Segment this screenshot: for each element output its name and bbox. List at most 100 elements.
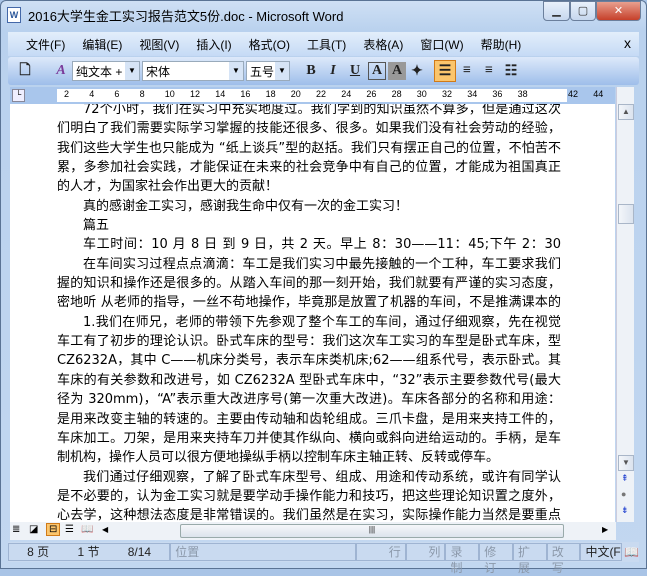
text-line: CZ6232A，其中 C——机床分类号，表示车床类机床;62——组系代号，表示卧… [57,353,561,369]
extend-indicator[interactable]: 扩展 [512,543,547,575]
ruler-tick: 26 [366,89,377,99]
text-line: 车床加工。刀架，是用来夹持车刀并使其作纵向、横向或斜向进给运动的。手柄，是车床控 [57,430,561,446]
ruler-tick: 12 [190,89,201,99]
text-line: 径为 320mm)，“A”表示重大改进序号(第一次重大改进)。车床各部分的名称和… [57,392,561,408]
minimize-button[interactable]: ▁ [543,1,570,21]
record-macro-indicator[interactable]: 录制 [445,543,480,575]
char-shading-button[interactable]: A [388,62,406,80]
scroll-right-icon[interactable]: ▶ [602,525,608,534]
word-app-icon: W [7,7,21,23]
text-line: 车床的有关参数和改进号，如 CZ6232A 型卧式车床中，“32”表示主要参数代… [57,372,561,388]
text-line: 们明白了我们需要实际学习掌握的技能还很多、很多。如果我们没有社会劳动的经验，那么 [57,121,561,137]
font-size-select[interactable]: 五号 ▼ [246,61,290,81]
print-layout-icon[interactable]: ⊟ [46,523,61,536]
close-button[interactable]: ✕ [596,1,641,21]
scroll-up-icon[interactable]: ▲ [618,104,634,120]
ruler-tick: 44 [593,89,604,99]
horizontal-scrollbar[interactable]: ≣ ◪ ⊟ ☰ 📖 ◀ ||| ▶ [10,522,616,540]
menu-format[interactable]: 格式(O) [249,36,290,53]
ruler-tick: 28 [391,89,402,99]
next-page-icon[interactable]: ⇟ [621,505,629,516]
text-line: 是不必要的，认为金工实习就是要学动手操作能力和技巧，把这些理论知识置之度外，不用 [57,488,561,504]
ruler-tick: 8 [139,89,145,99]
distributed-align-button[interactable]: ☷ [500,60,522,82]
page-number: 8 页 [27,545,50,559]
scroll-down-icon[interactable]: ▼ [618,455,634,471]
ruler-tick: 16 [240,89,251,99]
menu-view[interactable]: 视图(V) [139,36,179,53]
reading-view-icon[interactable]: 📖 [81,524,93,535]
normal-view-icon[interactable]: ≣ [12,524,20,535]
ruler-tick: 4 [89,89,95,99]
new-document-icon[interactable]: 🗋 [14,60,36,82]
scroll-thumb[interactable] [618,204,634,224]
text-line: 我们这些大学生也只能成为 “纸上谈兵”型的赵括。我们只有摆正自己的位置，不怕苦不… [57,140,561,156]
text-line: 真的感谢金工实习，感谢我生命中仅有一次的金工实习！ [83,198,409,214]
ruler-tick: 18 [265,89,276,99]
column-indicator: 列 [405,543,446,561]
ruler-tick: 34 [467,89,478,99]
text-line: 篇五 [83,218,110,234]
text-line: 累，多参加社会实践，才能保证在未来的社会竞争中有自己的位置，才能成为祖国真正需要 [57,160,561,176]
align-right-button[interactable]: ≡ [478,60,500,82]
browse-object-icon[interactable]: ● [621,489,626,499]
spelling-status-icon[interactable]: 📖 [624,545,639,559]
formatting-toolbar: 🗋 A 纯文本 + (▼ 宋体 ▼ 五号 ▼ B I U A A ✦ ☰ ≡ ≡ ☷ [8,57,639,85]
menu-help[interactable]: 帮助(H) [481,36,522,53]
maximize-button[interactable]: ▢ [570,1,596,21]
styles-icon[interactable]: A [50,60,72,82]
document-page[interactable]: 72个小时，我们在实习中充实地度过。我们学到的知识虽然不算多，但是通过这次让我们… [10,104,615,522]
text-line: 在车间实习过程点点滴滴：车工是我们实习中最先接触的一个工种，车工要求我们要掌 [83,256,561,272]
menu-window[interactable]: 窗口(W) [420,36,463,53]
font-select[interactable]: 宋体 ▼ [142,61,244,81]
text-line: 72个小时，我们在实习中充实地度过。我们学到的知识虽然不算多，但是通过这次让我 [83,104,561,117]
page-info: 8 页 1 节 8/14 [8,543,171,561]
ruler-tick: 24 [341,89,352,99]
ruler-tick: 32 [442,89,453,99]
text-line: 密地听 从老师的指导，一丝不苟地操作，毕竟那是放置了机器的车间，不是推满课本的课… [57,295,561,311]
track-changes-indicator[interactable]: 修订 [479,543,513,575]
align-center-button[interactable]: ≡ [456,60,478,82]
horizontal-ruler[interactable]: └ 2 4 6 8 10 12 14 16 18 20 22 24 26 28 30 32 34 36 38 42 44 [10,87,615,104]
text-line: 制机构，操作人员可以很方便地操纵手柄以控制车床主轴正转、反转或停车。 [57,450,500,466]
h-scroll-thumb[interactable]: ||| [180,524,564,538]
ruler-tick: 30 [416,89,427,99]
justify-button[interactable]: ☰ [434,60,456,82]
menu-file[interactable]: 文件(F) [26,36,65,53]
underline-button[interactable]: U [344,60,366,82]
scroll-left-icon[interactable]: ◀ [102,525,108,534]
menu-insert[interactable]: 插入(I) [196,36,231,53]
style-select[interactable]: 纯文本 + (▼ [72,61,140,81]
line-indicator: 行 [356,543,406,561]
section-number: 1 节 [77,545,100,559]
ruler-tick: 14 [215,89,226,99]
close-document-button[interactable]: x [624,35,631,51]
status-bar: 8 页 1 节 8/14 位置 行 列 录制 修订 扩展 改写 中文(F 📖 [8,542,639,575]
text-line: 的人才，为国家社会作出更大的贡献！ [57,179,279,195]
outline-view-icon[interactable]: ☰ [65,524,74,535]
italic-button[interactable]: I [322,60,344,82]
text-line: 车工有了初步的理论认识。卧式车床的型号：我们这次车工实习的车型是卧式车床，型号为 [57,334,561,350]
ruler-tick: 10 [164,89,175,99]
ruler-tick: 42 [568,89,579,99]
text-line: 1.我们在师兄，老师的带领下先参观了整个车工的车间，通过仔细观察，先在视觉上对 [83,314,561,330]
overtype-indicator[interactable]: 改写 [546,543,581,575]
web-view-icon[interactable]: ◪ [29,524,38,535]
position: 位置 [170,543,357,561]
char-border-button[interactable]: A [368,62,386,80]
ruler-tick: 6 [114,89,120,99]
ruler-tick: 20 [290,89,301,99]
text-line: 握的知识和操作还是很多的。从踏入车间的那一刻开始，我们就要有严谨的实习态度，要严 [57,276,561,292]
vertical-scrollbar[interactable]: ▲ ▼ ⇞ ● ⇟ [616,87,634,522]
ruler-tick: 22 [316,89,327,99]
menu-table[interactable]: 表格(A) [363,36,403,53]
char-scale-icon[interactable]: ✦ [406,60,428,82]
previous-page-icon[interactable]: ⇞ [621,473,629,484]
text-line: 心去学，这种想法态度是非常错误的。我们虽然是在实习，实际操作能力当然是要重点提高 [57,508,561,522]
menu-edit[interactable]: 编辑(E) [82,36,122,53]
window-title: 2016大学生金工实习报告范文5份.doc - Microsoft Word [28,9,344,24]
menu-tools[interactable]: 工具(T) [307,36,346,53]
tab-selector-icon[interactable]: └ [12,89,25,102]
bold-button[interactable]: B [300,60,322,82]
language-indicator[interactable]: 中文(F [580,543,623,561]
